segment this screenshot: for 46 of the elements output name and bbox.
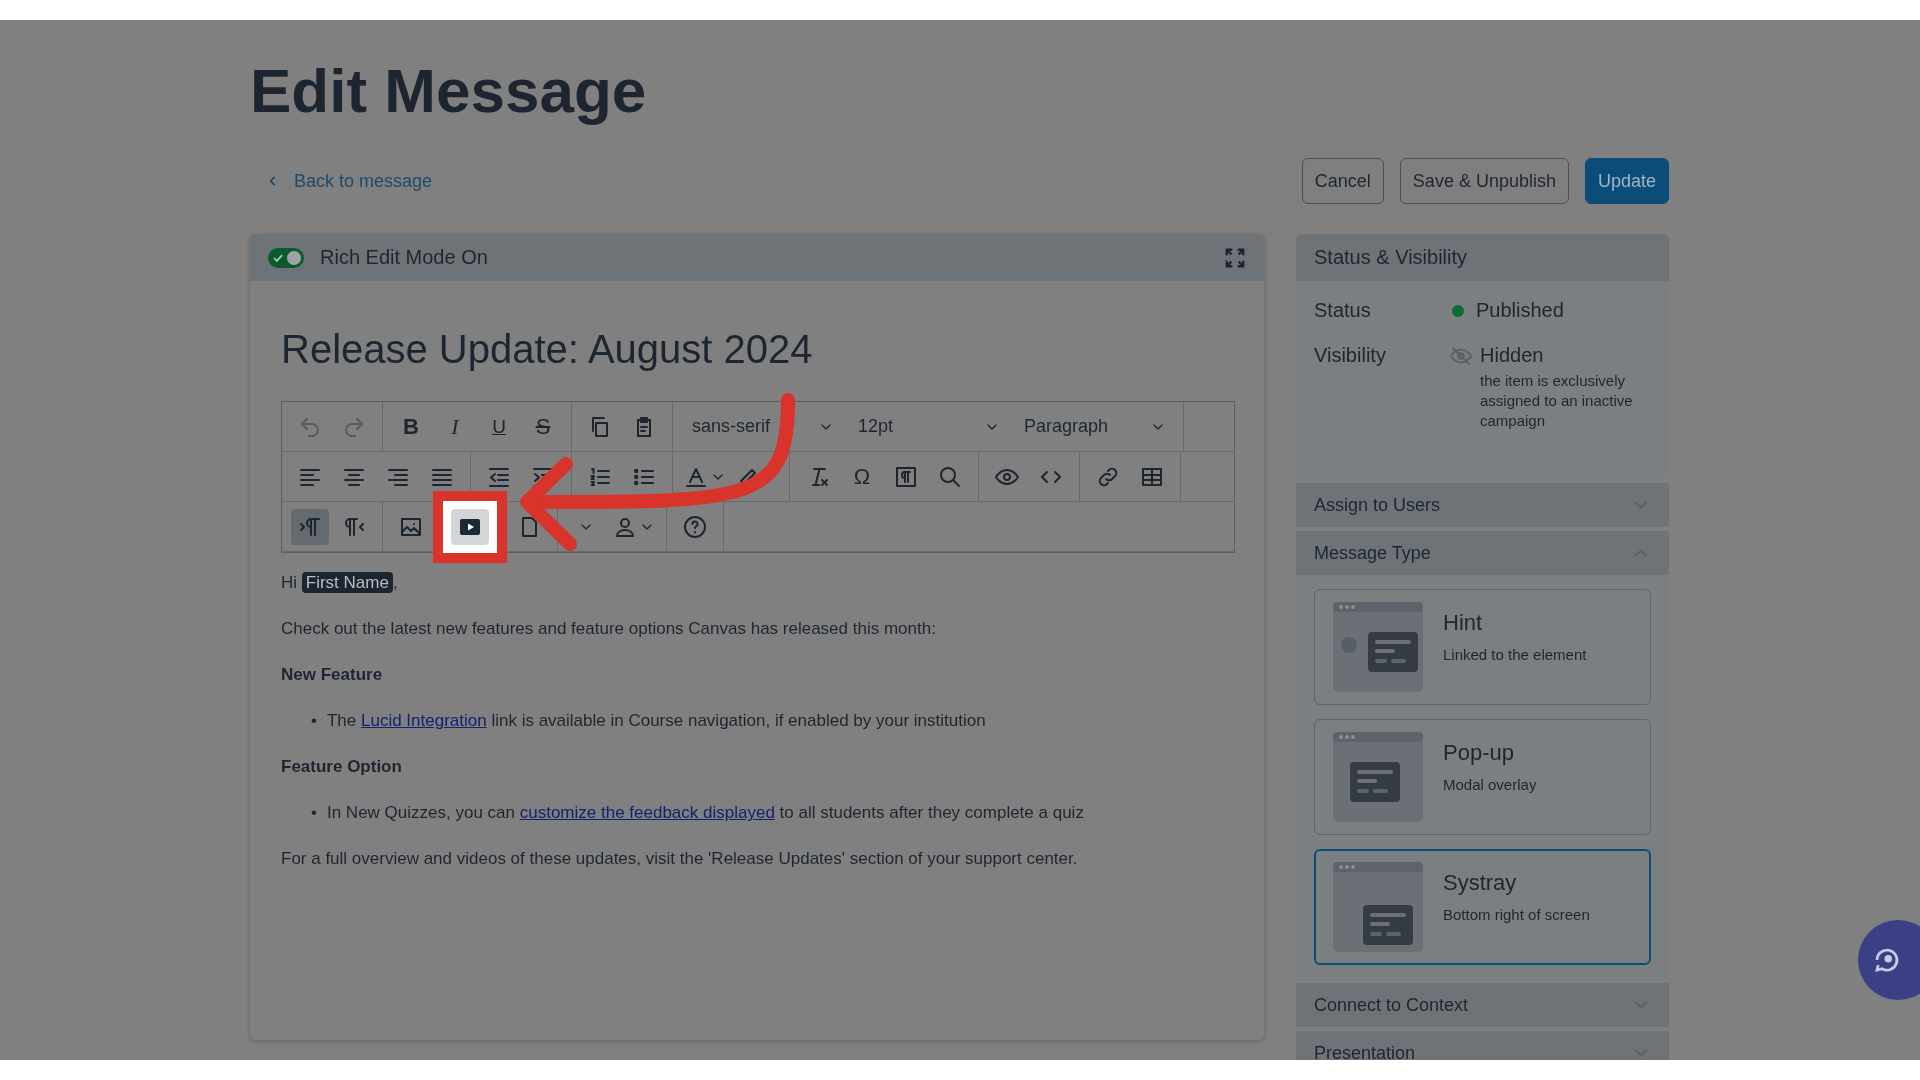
- bullet-item: The Lucid Integration link is available in Course navigation, if enabled by your institution: [326, 710, 986, 733]
- dropdown-select[interactable]: Paragraph: [1014, 408, 1174, 445]
- underline-button[interactable]: U: [480, 408, 518, 445]
- charmap-button[interactable]: Ω: [843, 458, 881, 495]
- action-button[interactable]: Save & Unpublish: [1399, 158, 1569, 205]
- paragraph: For a full overview and videos of these updates, visit the 'Release Updates' section of your support center.: [281, 848, 1079, 871]
- greeting-text: Hi First Name ,: [281, 571, 399, 596]
- bold-button[interactable]: B: [392, 408, 430, 445]
- accordion-header[interactable]: Assign to Users: [1296, 483, 1669, 528]
- italic-button[interactable]: I: [436, 408, 474, 445]
- inline-link[interactable]: customize the feedback displayed: [519, 803, 775, 823]
- section-heading: New Feature: [281, 664, 384, 687]
- option-card[interactable]: Systray Bottom right of screen: [1314, 849, 1651, 966]
- accordion-header[interactable]: Presentation: [1296, 1031, 1669, 1060]
- option-title: Systray: [1443, 870, 1518, 897]
- field-label: Visibility: [1314, 344, 1387, 369]
- back-link[interactable]: Back to message: [250, 170, 433, 192]
- accordion-header[interactable]: Connect to Context: [1296, 983, 1669, 1028]
- option-description: Linked to the element: [1443, 646, 1587, 664]
- accordion-header[interactable]: Message Type: [1296, 531, 1669, 576]
- option-title: Pop-up: [1443, 740, 1515, 767]
- section-heading: Feature Option: [281, 756, 403, 779]
- field-value: Published: [1476, 299, 1564, 323]
- inline-link[interactable]: Lucid Integration: [361, 711, 487, 731]
- field-label: Status: [1314, 299, 1372, 323]
- name-token[interactable]: First Name: [301, 572, 393, 594]
- action-button[interactable]: Cancel: [1301, 158, 1384, 205]
- update-button[interactable]: Update: [1584, 158, 1669, 205]
- option-title: Hint: [1443, 610, 1484, 637]
- toggle-label: Rich Edit Mode On: [320, 246, 489, 270]
- bullet-marker: •: [311, 710, 317, 733]
- bullet-marker: •: [311, 802, 317, 825]
- visibility-note: the item is exclusively assigned to an inactive campaign: [1479, 371, 1634, 432]
- message-title[interactable]: Release Update: August 2024: [281, 281, 1234, 402]
- option-description: Bottom right of screen: [1443, 906, 1590, 924]
- bullet-item: In New Quizzes, you can customize the feedback displayed to all students after they complete a quiz: [326, 802, 1084, 825]
- page-title: Edit Message: [250, 55, 648, 127]
- option-card[interactable]: Pop-up Modal overlay: [1314, 719, 1651, 836]
- dropdown-select[interactable]: 12pt: [848, 408, 1008, 445]
- option-card[interactable]: Hint Linked to the element: [1314, 589, 1651, 706]
- option-description: Modal overlay: [1443, 776, 1537, 794]
- paragraph: Check out the latest new features and feature options Canvas has released this month:: [281, 618, 937, 641]
- dropdown-select[interactable]: sans-serif: [682, 408, 842, 445]
- field-value: Hidden: [1480, 344, 1544, 368]
- panel-header: Status & Visibility: [1296, 234, 1669, 282]
- strike-button[interactable]: S: [524, 408, 562, 445]
